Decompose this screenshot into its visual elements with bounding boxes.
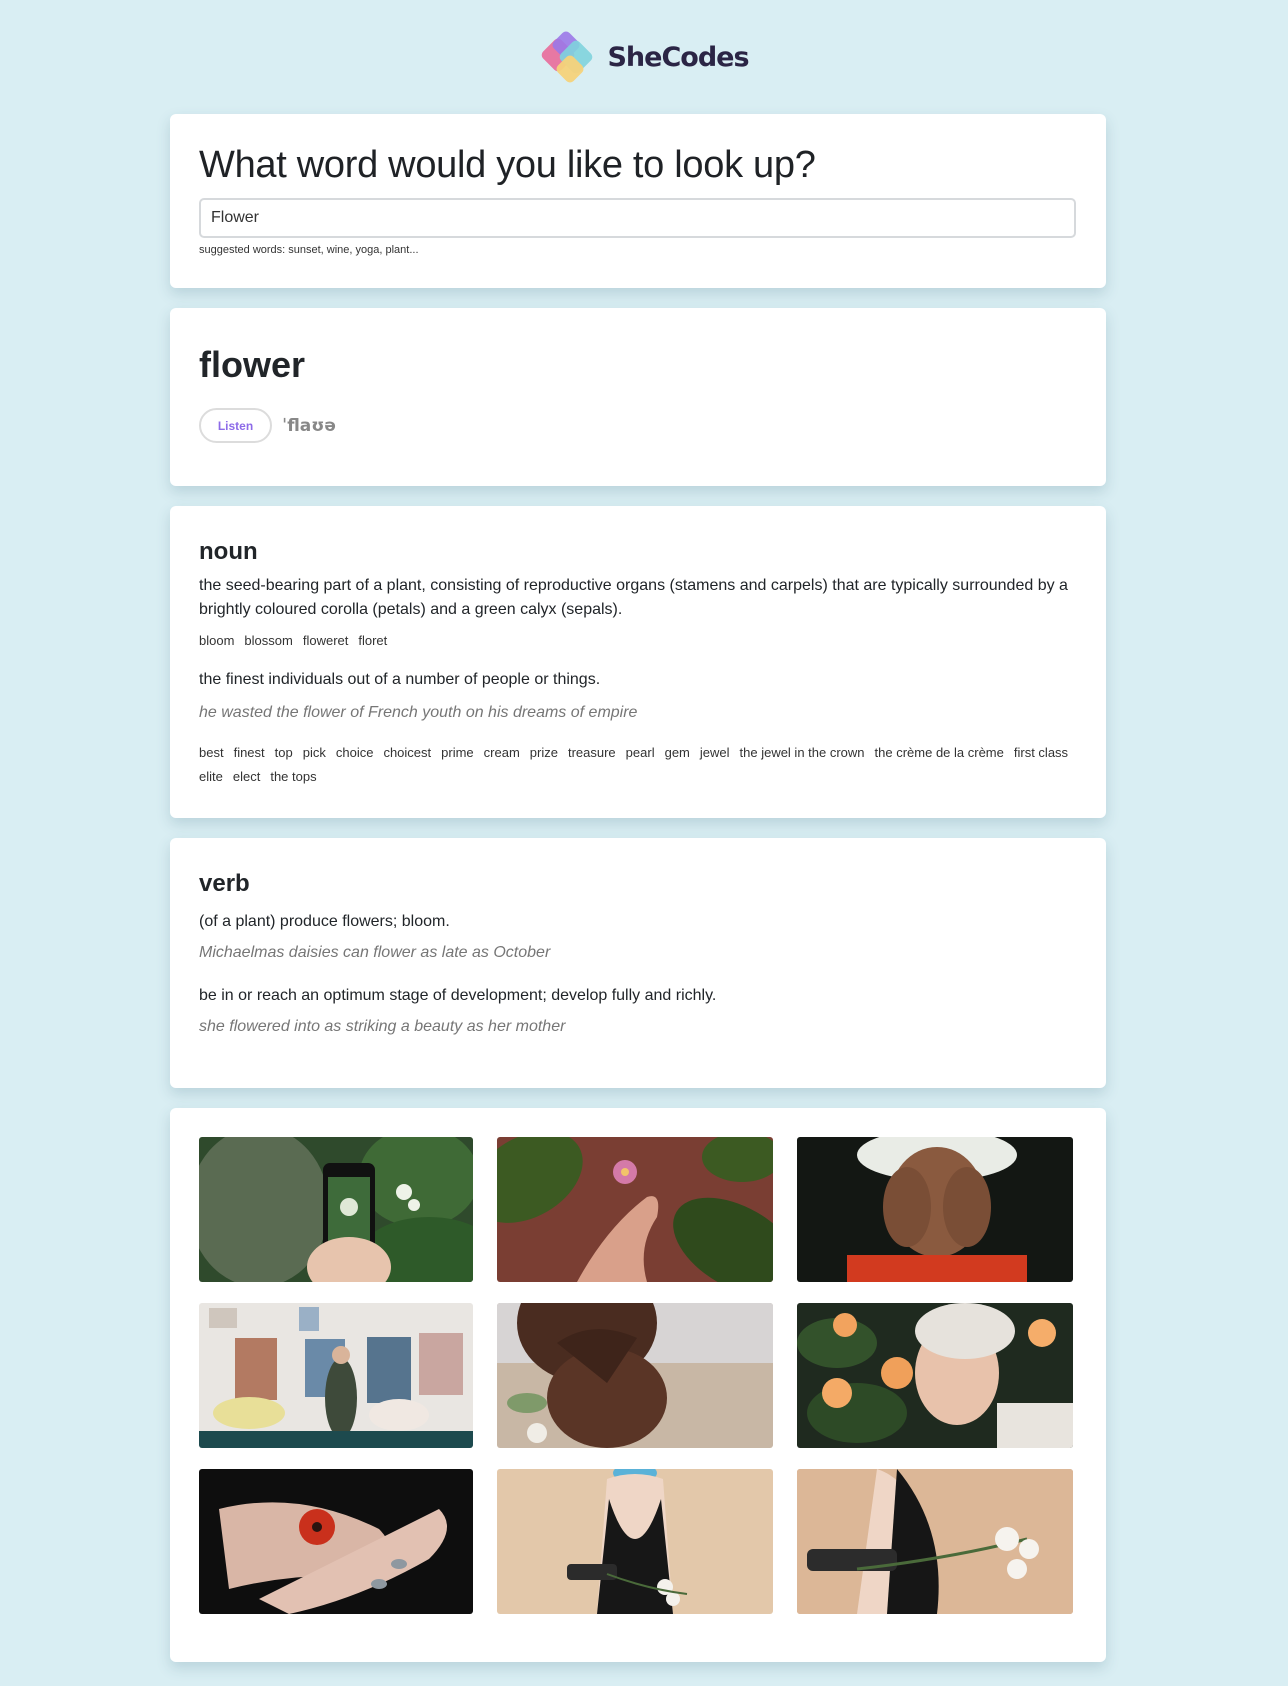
synonym[interactable]: choicest: [383, 741, 431, 765]
definition-text: the finest individuals out of a number o…: [199, 671, 601, 688]
photo-hands-red-poppy[interactable]: [199, 1469, 473, 1614]
synonym[interactable]: prime: [441, 741, 474, 765]
photo-gallery-card: [170, 1108, 1106, 1662]
synonym[interactable]: bloom: [199, 629, 234, 653]
listen-button[interactable]: Listen: [199, 408, 272, 443]
synonym[interactable]: the jewel in the crown: [740, 741, 865, 765]
definition-text: (of a plant) produce flowers; bloom.: [199, 913, 450, 930]
photo-phone-flowers[interactable]: [199, 1137, 473, 1282]
definition-text: be in or reach an optimum stage of devel…: [199, 987, 717, 1004]
example-text: he wasted the flower of French youth on …: [199, 704, 638, 721]
synonym[interactable]: floret: [358, 629, 387, 653]
synonym[interactable]: first class: [1014, 741, 1068, 765]
synonym-list: best finest top pick choice choicest pri…: [199, 741, 1079, 789]
synonym[interactable]: prize: [530, 741, 558, 765]
synonym[interactable]: blossom: [244, 629, 292, 653]
synonym[interactable]: finest: [234, 741, 265, 765]
synonym[interactable]: elect: [233, 765, 260, 789]
part-of-speech: noun: [199, 538, 258, 565]
synonym[interactable]: gem: [665, 741, 690, 765]
meaning-card-verb: verb (of a plant) produce flowers; bloom…: [170, 838, 1106, 1088]
photo-woman-flower-chin[interactable]: [497, 1303, 773, 1448]
definition-text: the seed-bearing part of a plant, consis…: [199, 577, 1068, 618]
photo-baby-breath-face[interactable]: [797, 1137, 1073, 1282]
part-of-speech: verb: [199, 870, 250, 897]
synonym[interactable]: treasure: [568, 741, 616, 765]
search-heading: What word would you like to look up?: [199, 144, 816, 186]
photo-grid: [199, 1137, 1077, 1614]
synonym[interactable]: pick: [303, 741, 326, 765]
synonym[interactable]: top: [275, 741, 293, 765]
synonym[interactable]: jewel: [700, 741, 730, 765]
synonym-list: bloom blossom floweret floret: [199, 629, 1079, 653]
word-title: flower: [199, 344, 306, 385]
photo-back-white-flowers[interactable]: [797, 1469, 1073, 1614]
example-text: she flowered into as striking a beauty a…: [199, 1018, 566, 1035]
synonym[interactable]: pearl: [626, 741, 655, 765]
example-text: Michaelmas daisies can flower as late as…: [199, 944, 551, 961]
phonetic-text: ˈflaʊə: [282, 416, 336, 436]
synonym[interactable]: the crème de la crème: [875, 741, 1004, 765]
synonym[interactable]: floweret: [303, 629, 349, 653]
meaning-card-noun: noun the seed-bearing part of a plant, c…: [170, 506, 1106, 818]
synonym[interactable]: cream: [484, 741, 520, 765]
search-input[interactable]: [199, 198, 1076, 238]
word-card: flower Listen ˈflaʊə: [170, 308, 1106, 486]
synonym[interactable]: the tops: [270, 765, 316, 789]
synonym[interactable]: elite: [199, 765, 223, 789]
synonym[interactable]: choice: [336, 741, 374, 765]
suggested-words-hint: suggested words: sunset, wine, yoga, pla…: [199, 244, 419, 256]
header: SheCodes: [0, 0, 1288, 114]
search-card: What word would you like to look up? sug…: [170, 114, 1106, 288]
photo-hand-pink-flower[interactable]: [497, 1137, 773, 1282]
photo-florist-studio[interactable]: [199, 1303, 473, 1448]
photo-smiling-elder-woman[interactable]: [797, 1303, 1073, 1448]
shecodes-logo-icon: [539, 28, 601, 86]
brand-name: SheCodes: [607, 41, 749, 73]
photo-back-black-dress[interactable]: [497, 1469, 773, 1614]
synonym[interactable]: best: [199, 741, 224, 765]
brand-logo[interactable]: SheCodes: [539, 28, 750, 86]
